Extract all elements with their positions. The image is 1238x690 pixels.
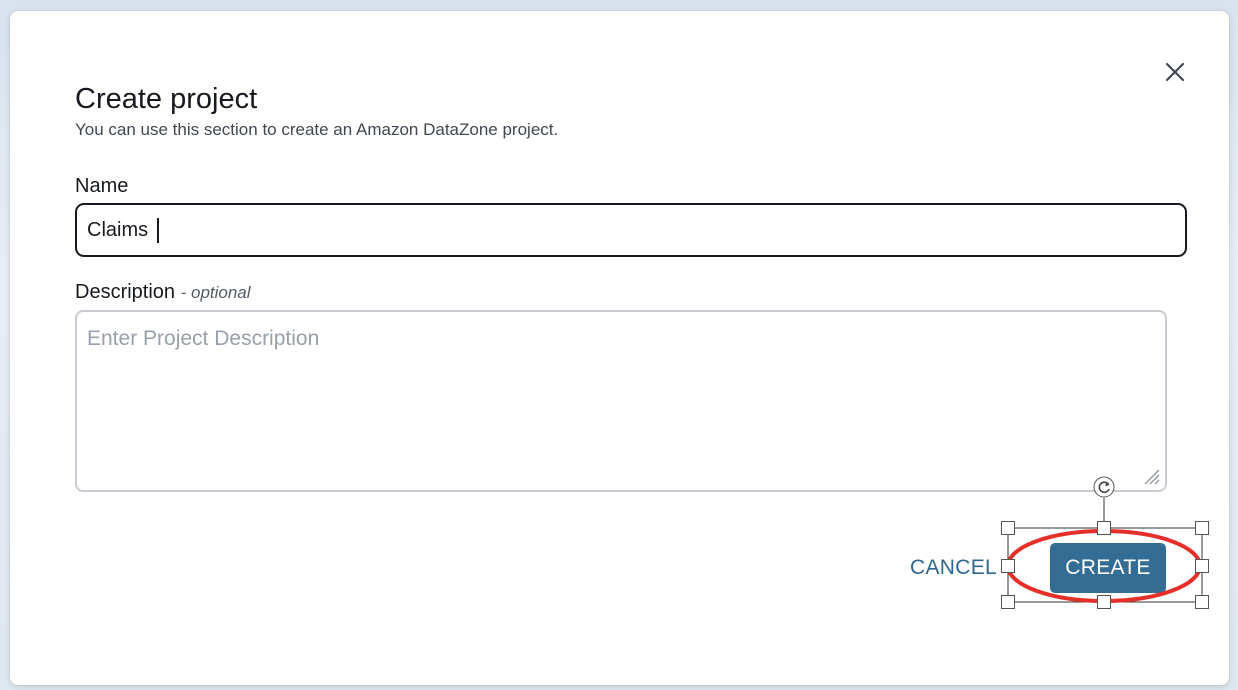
text-caret <box>157 218 159 243</box>
cancel-button[interactable]: CANCEL <box>910 556 997 580</box>
close-icon[interactable] <box>1164 61 1186 83</box>
dialog-title: Create project <box>75 83 258 115</box>
create-project-dialog: Create project You can use this section … <box>10 11 1229 685</box>
create-button[interactable]: CREATE <box>1050 543 1166 593</box>
optional-hint: - optional <box>180 283 251 302</box>
name-input-value: Claims <box>87 219 149 241</box>
name-label: Name <box>75 174 128 198</box>
description-placeholder: Enter Project Description <box>87 327 320 350</box>
dialog-subtitle: You can use this section to create an Am… <box>75 120 559 139</box>
description-label: Description - optional <box>75 280 251 305</box>
name-input[interactable] <box>75 203 1187 257</box>
description-label-text: Description <box>75 281 176 303</box>
resize-grip-icon[interactable] <box>1142 467 1160 485</box>
name-label-text: Name <box>75 175 129 197</box>
